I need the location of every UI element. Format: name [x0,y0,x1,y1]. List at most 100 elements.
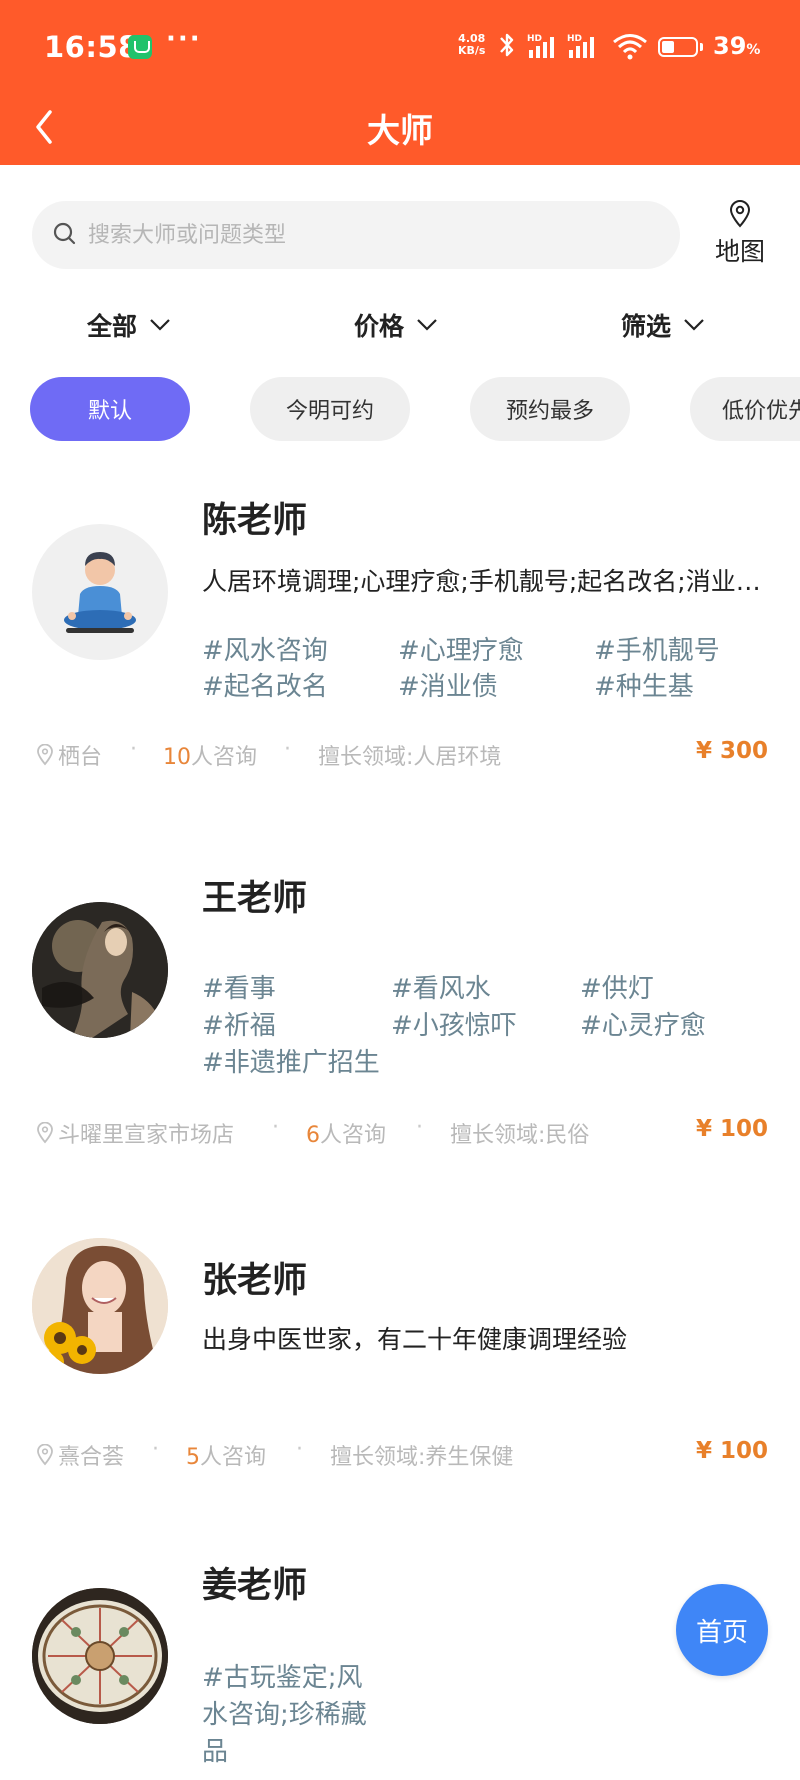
master-name: 张老师 [202,1261,308,1301]
chip-default[interactable]: 默认 [30,377,190,441]
battery-icon [658,37,703,57]
net-speed-unit: KB/s [458,44,486,57]
signal-hd-label-2: HD [567,34,582,44]
tag[interactable]: #小孩惊吓 [391,1005,517,1042]
location-text: 斗曜里宣家市场店 [58,1123,235,1148]
location: 熹合荟 [36,1439,124,1471]
chip-low-price[interactable]: 低价优先 [690,377,800,441]
sunflower-girl-avatar-image [32,1238,168,1374]
avatar [32,1238,168,1374]
master-name: 姜老师 [202,1566,308,1606]
consult-count-suffix: 人咨询 [320,1123,387,1148]
tag[interactable]: 品 [202,1731,228,1768]
signal-icon: HD [527,34,554,58]
search-bar[interactable] [32,201,680,269]
separator-dot: · [152,1437,159,1462]
battery-percent-value: 39 [713,32,747,60]
consult-count: 6人咨询 [306,1117,386,1149]
consult-count-number: 10 [163,745,191,770]
separator-dot: · [272,1115,279,1140]
tag[interactable]: #看风水 [391,968,491,1005]
battery-fill [662,41,674,53]
tag[interactable]: #手机靓号 [594,630,720,667]
specialty: 擅长领域:养生保健 [330,1445,514,1470]
consult-count: 5人咨询 [186,1439,266,1471]
tag[interactable]: #消业债 [398,666,498,703]
specialty: 擅长领域:人居环境 [318,745,502,770]
tag[interactable]: #古玩鉴定;风 [202,1657,363,1694]
consult-count-suffix: 人咨询 [191,745,258,770]
price: ¥ 300 [695,738,768,764]
separator-dot: · [130,737,137,762]
goddess-avatar-image [32,902,168,1038]
page-title: 大师 [367,111,433,150]
meditation-avatar-icon [64,552,136,633]
battery-percent-unit: % [746,42,761,58]
home-fab-button[interactable]: 首页 [676,1584,768,1676]
battery-percent: 39% [713,32,760,60]
tag[interactable]: #种生基 [594,666,694,703]
separator-dot: · [284,737,291,762]
master-name: 王老师 [202,879,308,919]
location-pin-icon [37,1444,53,1466]
consult-count-suffix: 人咨询 [200,1445,267,1470]
tag[interactable]: #祈福 [202,1005,276,1042]
signal-icon-2: HD [567,34,594,58]
map-label: 地图 [714,237,765,266]
location: 斗曜里宣家市场店 [36,1117,234,1149]
separator-dot: · [296,1437,303,1462]
filter-price[interactable]: 价格 [354,300,438,350]
tag[interactable]: #看事 [202,968,276,1005]
top-bar: 16:58 ··· 4.08 KB/s HD HD 39% 大师 [0,0,800,165]
map-button[interactable]: 地图 [706,200,774,274]
avatar [32,902,168,1038]
location-text: 栖台 [58,745,103,770]
shield-app-icon [128,35,152,59]
filter-all[interactable]: 全部 [87,300,171,350]
chip-available-soon[interactable]: 今明可约 [250,377,410,441]
tag[interactable]: #供灯 [580,968,654,1005]
tag[interactable]: #非遗推广招生 [202,1042,380,1079]
search-icon [53,222,76,245]
consult-count-number: 6 [306,1123,320,1148]
search-input[interactable] [88,201,648,269]
master-meta: 熹合荟 · 5人咨询 · 擅长领域:养生保健 ¥ 100 [36,1437,768,1473]
consult-count-number: 5 [186,1445,200,1470]
wifi-icon [613,34,647,60]
master-name: 陈老师 [202,501,308,541]
price: ¥ 100 [695,1438,768,1464]
chevron-down-icon [684,319,704,331]
master-meta: 斗曜里宣家市场店 · 6人咨询 · 擅长领域:民俗 ¥ 100 [36,1115,768,1151]
net-speed: 4.08 KB/s [458,33,485,57]
location-pin-icon [37,1122,53,1144]
tag[interactable]: 水咨询;珍稀藏 [202,1694,367,1731]
tag[interactable]: #心灵疗愈 [580,1005,706,1042]
tag[interactable]: #风水咨询 [202,630,328,667]
filter-bar: 全部 价格 筛选 [0,300,800,350]
separator-dot: · [416,1115,423,1140]
filter-screen[interactable]: 筛选 [621,300,705,350]
filter-all-label: 全部 [87,312,138,341]
price: ¥ 100 [695,1116,768,1142]
tag[interactable]: #心理疗愈 [398,630,524,667]
master-meta: 栖台 · 10人咨询 · 擅长领域:人居环境 ¥ 300 [36,737,768,773]
filter-price-label: 价格 [354,312,405,341]
map-pin-icon [729,200,751,228]
location: 栖台 [36,739,102,771]
master-desc: 出身中医世家，有二十年健康调理经验 [202,1325,628,1354]
sort-chips: 默认 今明可约 预约最多 低价优先 [0,377,800,441]
chevron-down-icon [150,319,170,331]
location-text: 熹合荟 [58,1445,125,1470]
consult-count: 10人咨询 [163,739,257,771]
more-notifications-icon: ··· [166,24,202,54]
tag[interactable]: #起名改名 [202,666,328,703]
avatar [32,524,168,660]
filter-screen-label: 筛选 [621,312,672,341]
nav-bar: 大师 [0,96,800,165]
specialty: 擅长领域:民俗 [450,1123,590,1148]
signal-hd-label: HD [527,34,542,44]
chevron-down-icon [417,319,437,331]
chip-most-booked[interactable]: 预约最多 [470,377,630,441]
status-bar: 16:58 ··· 4.08 KB/s HD HD 39% [0,0,800,96]
bluetooth-icon [500,33,514,57]
